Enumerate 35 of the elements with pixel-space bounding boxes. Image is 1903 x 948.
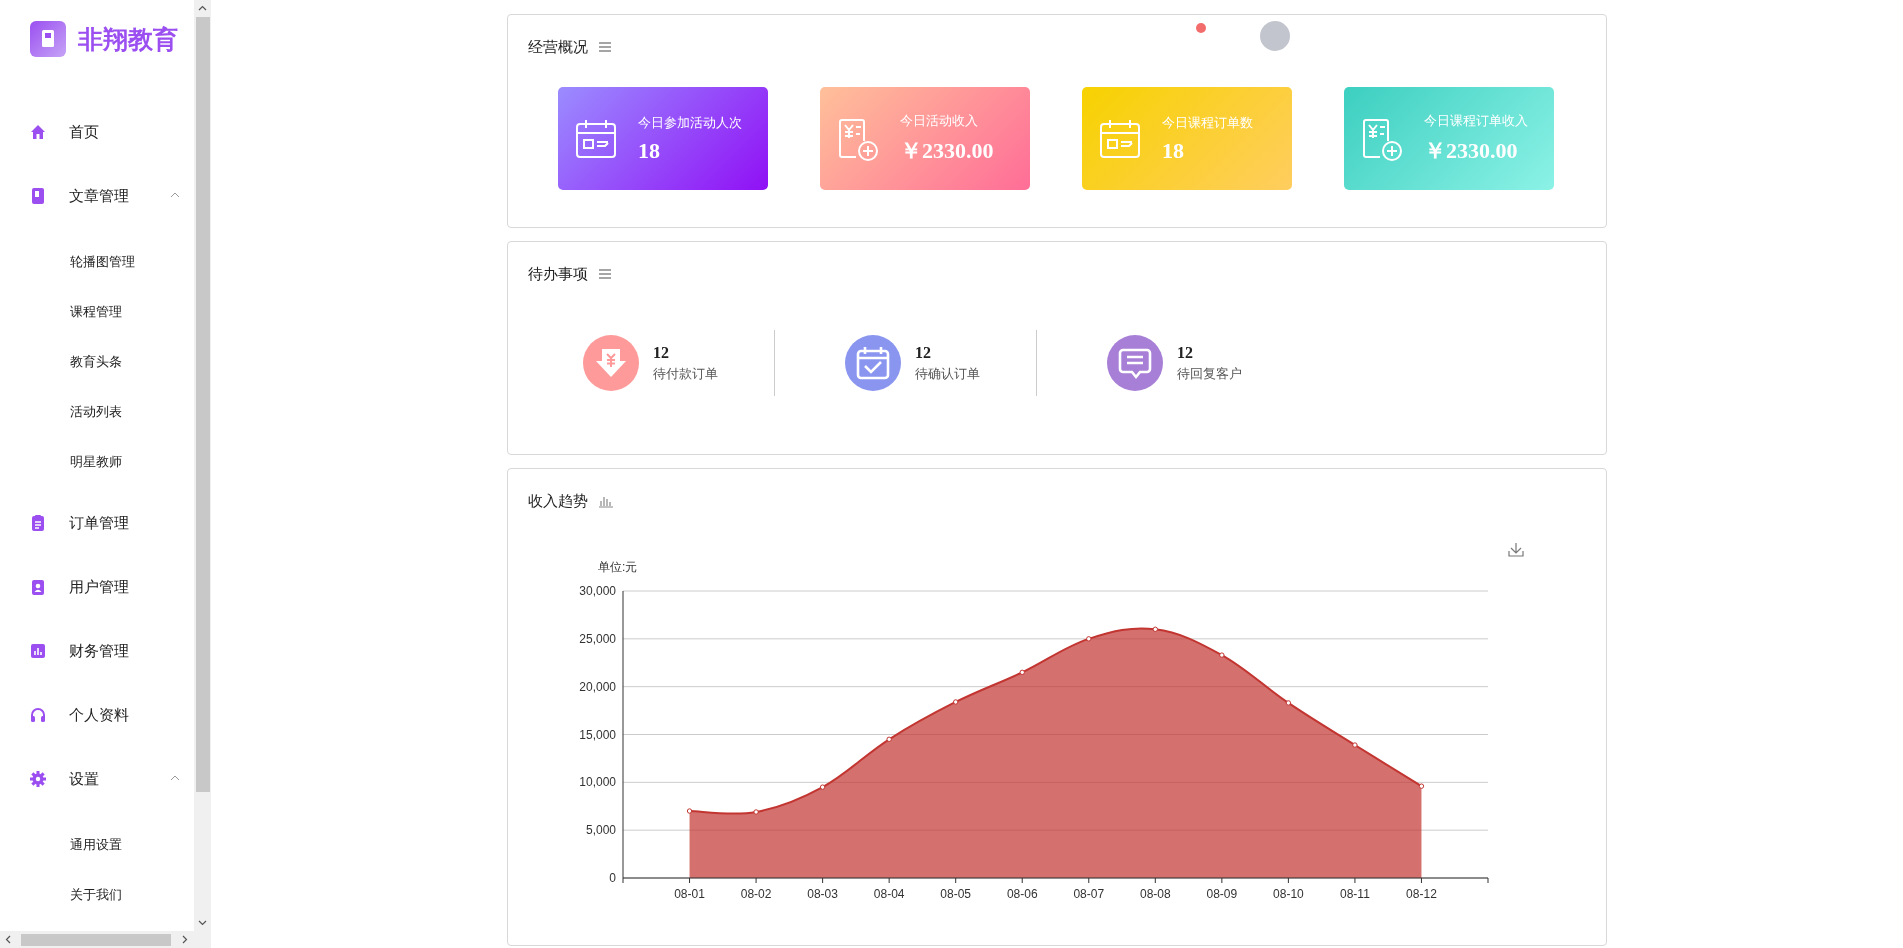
stat-value: 18 [638,137,661,164]
todo-count: 12 [653,343,670,362]
x-tick-label: 08-03 [807,887,838,901]
x-tick-label: 08-12 [1406,887,1437,901]
stat-value: ￥2330.00 [1424,136,1519,165]
y-tick-label: 30,000 [579,584,616,598]
y-tick-label: 25,000 [579,631,616,646]
x-tick-label: 08-06 [1006,887,1038,901]
y-tick-label: 20,000 [579,679,616,694]
y-tick-label: 0 [609,871,616,885]
panel-title: 经营概况 [528,37,588,57]
stat-label: 今日参加活动人次 [638,113,742,132]
stat-label: 今日活动收入 [900,111,979,130]
panel-title: 待办事项 [528,264,588,284]
x-tick-label: 08-09 [1206,887,1238,901]
x-tick-label: 08-10 [1273,887,1304,901]
stat-value: 18 [1162,137,1185,164]
x-tick-label: 08-11 [1340,887,1370,901]
x-tick-label: 08-05 [940,887,972,901]
y-tick-label: 15,000 [579,727,616,742]
todo-count: 12 [915,343,932,362]
y-tick-label: 5,000 [585,823,616,838]
x-tick-label: 08-02 [740,887,772,901]
y-tick-label: 10,000 [579,775,616,790]
brand-name: 非翔教育 [78,23,178,55]
y-axis-unit: 单位:元 [598,560,638,574]
stat-label: 今日课程订单数 [1162,113,1253,132]
x-tick-label: 08-07 [1073,887,1105,901]
stat-value: ￥2330.00 [900,136,994,165]
x-tick-label: 08-01 [674,887,705,901]
stat-label: 今日课程订单收入 [1424,111,1528,130]
todo-count: 12 [1177,343,1194,362]
x-tick-label: 08-04 [873,887,905,901]
panel-title: 收入趋势 [528,491,588,511]
x-tick-label: 08-08 [1139,887,1171,901]
